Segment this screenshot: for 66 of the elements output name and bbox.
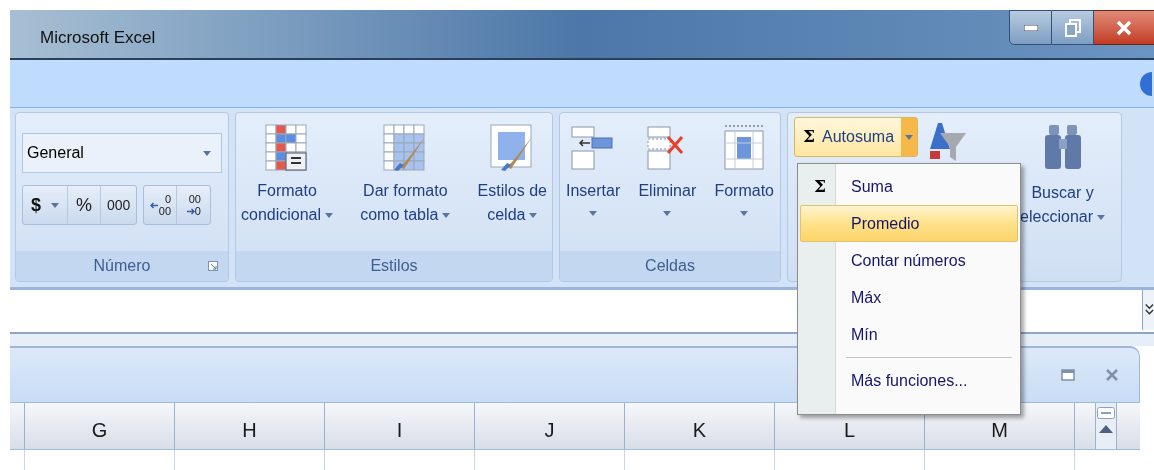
menu-item-label: Mín [851,324,878,345]
left-arrow-icon [149,201,158,209]
group-title: Estilos [370,256,418,276]
restore-button[interactable] [1052,10,1094,45]
caret-icon [442,212,451,218]
scrollbar[interactable] [1095,403,1117,449]
caret-icon [589,211,598,216]
column-header[interactable]: G [25,403,175,449]
column-header[interactable]: J [475,403,625,449]
split-handle-icon[interactable] [1097,407,1115,419]
column-header[interactable]: I [325,403,475,449]
menu-item-label: Suma [851,176,893,197]
caret-icon [529,212,538,218]
decimal-digits: 0 [164,193,171,205]
caret-icon [905,134,914,140]
menu-item-label: Promedio [851,213,920,234]
menu-item[interactable]: Contar números [800,242,1018,279]
menu-item-label: Más funciones... [851,370,968,391]
cells-button[interactable]: Eliminar [638,123,697,216]
thousands-button[interactable]: 000 [101,186,137,224]
menu-item-label: Contar números [851,250,966,271]
caret-icon [203,150,211,156]
close-icon [1116,19,1132,36]
minimize-icon [1023,24,1038,31]
expand-chevron-icon[interactable] [1142,290,1154,330]
menu-item-label: Máx [851,287,882,308]
style-button[interactable]: Dar formato como tabla [359,123,452,227]
group-title: Número [93,256,151,276]
sigma-icon: Σ [814,173,826,200]
caret-icon [663,211,672,216]
menu-item[interactable]: Σ Suma [800,168,1018,205]
find-select-button[interactable]: Buscar y eleccionar [1020,117,1105,281]
currency-button[interactable]: $ [23,186,68,224]
decimal-digits: 0 [194,205,201,217]
cells-button[interactable]: Insertar [566,123,621,216]
percent-button[interactable]: % [68,186,102,224]
decrease-decimal-button[interactable]: 00 0 [177,186,211,224]
autosum-button[interactable]: Σ Autosuma [794,117,919,157]
restore-icon [1064,18,1081,37]
caret-icon [325,212,334,218]
menu-item[interactable]: Más funciones... [800,362,1018,399]
decimal-digits: 00 [158,205,171,217]
restore-icon[interactable] [1061,369,1075,381]
number-format-dropdown[interactable]: General [22,133,222,173]
dialog-launcher-icon[interactable] [208,261,218,271]
decimal-digits: 00 [188,193,201,205]
caret-icon [1097,214,1105,220]
binoculars-icon [1042,123,1083,171]
caret-icon [740,211,749,216]
style-button[interactable]: Formato condicional [240,123,335,227]
caret-icon [51,202,59,208]
scroll-up-icon[interactable] [1099,425,1113,433]
column-header[interactable]: H [175,403,325,449]
increase-decimal-button[interactable]: 0 00 [144,186,178,224]
group-title: Celdas [645,256,695,276]
window-title: Microsoft Excel [40,27,156,49]
right-arrow-icon [186,207,195,215]
menu-item[interactable]: Máx [800,279,1018,316]
close-button[interactable] [1094,10,1154,45]
menu-item[interactable]: Mín [800,316,1018,353]
style-button[interactable]: Estilos de celda [476,123,548,227]
minimize-button[interactable] [1009,10,1052,45]
sigma-icon: Σ [803,124,816,150]
cells-button[interactable]: Formato [714,123,774,216]
menu-item[interactable]: Promedio [800,205,1018,242]
column-header[interactable]: K [625,403,775,449]
